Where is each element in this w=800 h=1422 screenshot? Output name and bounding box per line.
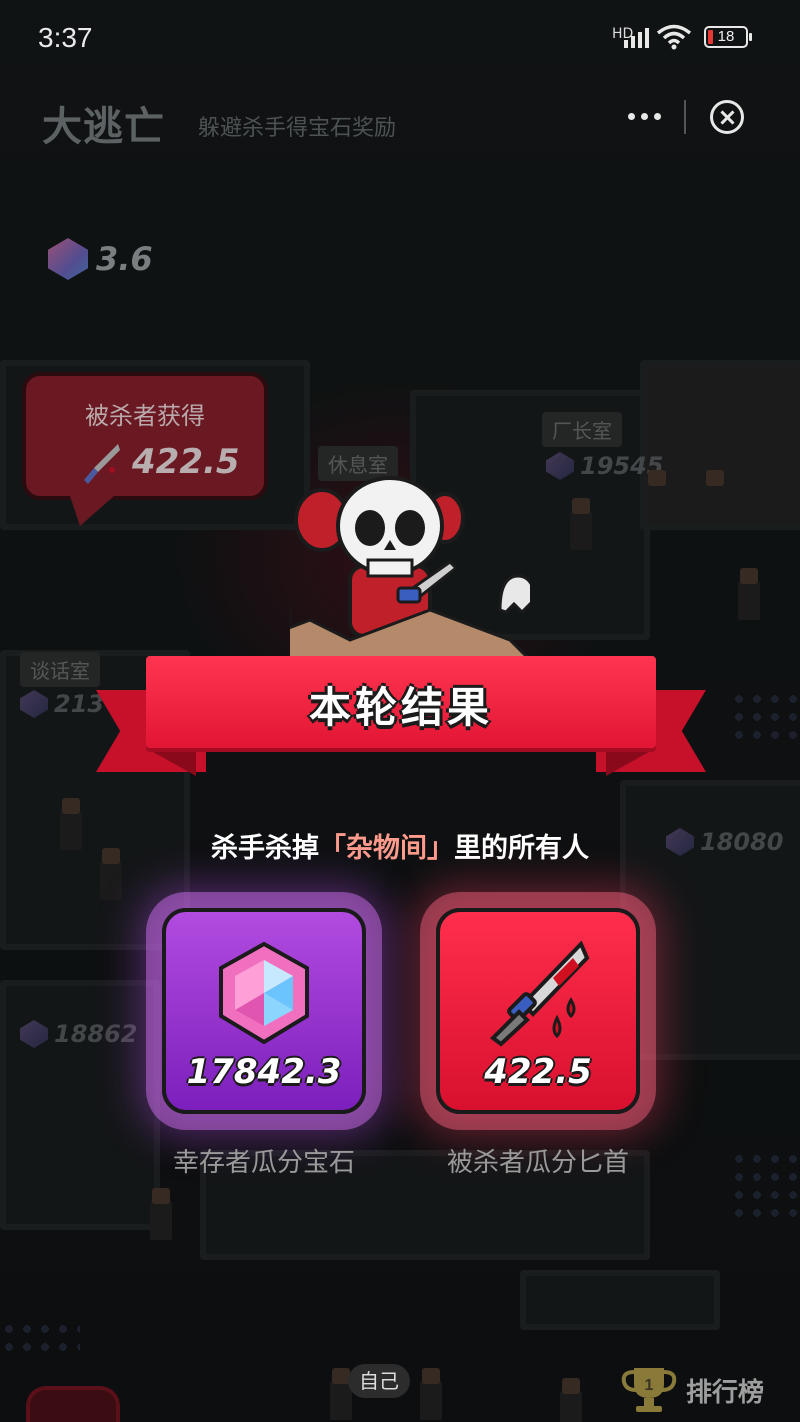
killer-character-illustration — [290, 476, 530, 660]
signal-icon — [624, 26, 649, 48]
gem-reward-caption: 幸存者瓜分宝石 — [172, 1148, 355, 1178]
kill-button[interactable] — [26, 1386, 120, 1422]
ribbon-main: 本轮结果 — [146, 656, 656, 748]
gem-reward-value: 17842.3 — [186, 1052, 342, 1092]
trophy-number: 1 — [645, 1377, 654, 1394]
capsule-divider — [684, 100, 686, 134]
trophy-icon: 1 — [621, 1368, 677, 1412]
victim-reward-value: 422.5 — [132, 442, 240, 482]
knife-icon — [84, 444, 120, 484]
knife-reward-caption: 被杀者瓜分匕首 — [446, 1148, 629, 1178]
round-result-banner: 本轮结果 — [96, 652, 706, 780]
app-title: 大逃亡 — [42, 104, 165, 150]
result-description: 杀手杀掉「杂物间」里的所有人 — [0, 826, 800, 865]
self-locate-button[interactable]: 自己 — [348, 1364, 410, 1398]
result-prefix: 杀手杀掉 — [211, 833, 319, 864]
result-suffix: 里的所有人 — [454, 833, 589, 864]
clock: 3:37 — [38, 22, 93, 53]
banner-title: 本轮结果 — [308, 683, 493, 732]
knife-reward-card: 422.5 — [436, 908, 640, 1114]
mini-program-capsule — [600, 88, 770, 146]
status-bar: 3:37 HD 18 — [0, 0, 800, 76]
close-icon[interactable] — [710, 100, 744, 134]
leaderboard-button[interactable]: 1 排行榜 — [620, 1362, 790, 1418]
victim-reward-label: 被杀者获得 — [85, 402, 205, 430]
gem-reward-card: 17842.3 — [162, 908, 366, 1114]
battery-icon: 18 — [704, 26, 752, 48]
gem-counter-value: 3.6 — [96, 240, 153, 278]
victim-reward-bubble: 被杀者获得 422.5 — [22, 372, 268, 526]
result-room-name: 「杂物间」 — [319, 833, 454, 864]
knife-reward-value: 422.5 — [484, 1052, 592, 1092]
more-icon[interactable] — [622, 104, 666, 128]
knife-icon — [489, 940, 590, 1047]
leaderboard-label: 排行榜 — [686, 1377, 765, 1408]
app-subtitle: 躲避杀手得宝石奖励 — [198, 116, 397, 141]
gem-icon — [48, 238, 88, 280]
gem-icon — [219, 941, 309, 1045]
wifi-icon — [656, 24, 692, 50]
gem-counter: 3.6 — [48, 238, 153, 280]
